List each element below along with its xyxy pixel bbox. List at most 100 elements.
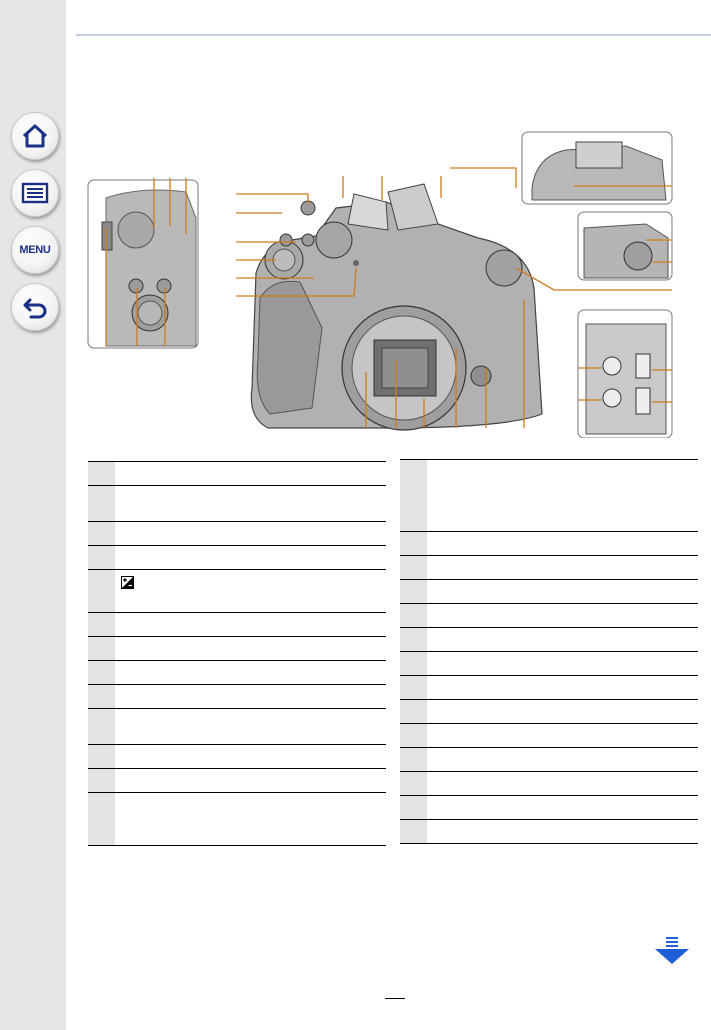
next-page-button[interactable]	[655, 937, 689, 970]
row-description-cell	[427, 747, 698, 772]
right-table-row	[400, 771, 698, 796]
row-description-cell	[115, 485, 386, 522]
row-number-cell	[88, 485, 115, 522]
row-number-cell	[400, 459, 427, 532]
camera-parts-diagram	[86, 128, 686, 439]
row-description-cell	[427, 603, 698, 628]
row-number-cell	[88, 708, 115, 745]
row-number-cell	[400, 651, 427, 676]
row-description-cell	[427, 819, 698, 844]
row-number-cell	[88, 792, 115, 846]
row-number-cell	[400, 627, 427, 652]
row-number-cell	[88, 636, 115, 661]
left-table-row	[88, 792, 386, 846]
row-description-cell	[427, 771, 698, 796]
right-table-row	[400, 627, 698, 652]
camera-body	[250, 183, 543, 431]
row-description-cell	[115, 708, 386, 745]
row-number-cell	[400, 795, 427, 820]
row-number-cell	[400, 747, 427, 772]
right-table-row	[400, 675, 698, 700]
left-table-row	[88, 768, 386, 793]
row-description-cell	[115, 684, 386, 709]
right-table-row	[400, 555, 698, 580]
right-table-row	[400, 531, 698, 556]
left-table-row	[88, 485, 386, 522]
row-number-cell	[88, 545, 115, 570]
row-number-cell	[400, 603, 427, 628]
contents-button[interactable]	[11, 169, 59, 217]
terminal-inset	[577, 309, 673, 439]
row-description-cell	[427, 579, 698, 604]
row-number-cell	[88, 461, 115, 486]
row-description-cell	[427, 699, 698, 724]
home-button[interactable]	[11, 112, 59, 160]
left-table-row	[88, 708, 386, 745]
right-table-row	[400, 723, 698, 748]
row-description-cell	[427, 723, 698, 748]
row-number-cell	[88, 660, 115, 685]
left-table-row	[88, 521, 386, 546]
menu-button[interactable]: MENU	[11, 226, 59, 274]
row-description-cell	[115, 569, 386, 613]
row-number-cell	[400, 531, 427, 556]
row-description-cell	[427, 651, 698, 676]
parts-table-right	[400, 459, 698, 844]
back-button[interactable]	[11, 283, 59, 331]
row-number-cell	[400, 555, 427, 580]
row-description-cell	[115, 461, 386, 486]
right-table-row	[400, 819, 698, 844]
list-icon	[21, 182, 49, 204]
right-table-row	[400, 747, 698, 772]
left-table-row	[88, 684, 386, 709]
menu-icon: MENU	[19, 244, 51, 256]
row-description-cell	[427, 531, 698, 556]
row-number-cell	[88, 569, 115, 613]
sidebar: MENU	[0, 0, 66, 1030]
row-number-cell	[400, 723, 427, 748]
row-description-cell	[115, 744, 386, 769]
row-number-cell	[88, 521, 115, 546]
row-number-cell	[400, 771, 427, 796]
left-table-row	[88, 569, 386, 613]
page-number	[385, 998, 405, 999]
parts-table-left	[88, 461, 386, 846]
row-description-cell	[427, 459, 698, 532]
left-table-row	[88, 461, 386, 486]
home-icon	[22, 124, 48, 148]
next-page-arrow-icon	[655, 937, 689, 964]
row-description-cell	[427, 627, 698, 652]
row-description-cell	[427, 675, 698, 700]
dial-detail-inset	[87, 179, 199, 349]
viewfinder-inset	[521, 131, 673, 205]
left-table-row	[88, 636, 386, 661]
row-number-cell	[400, 579, 427, 604]
left-table-row	[88, 545, 386, 570]
left-table-row	[88, 744, 386, 769]
row-number-cell	[88, 744, 115, 769]
left-table-row	[88, 612, 386, 637]
right-table-row	[400, 459, 698, 532]
row-number-cell	[88, 768, 115, 793]
diopter-inset	[577, 211, 673, 281]
exposure-compensation-icon	[121, 576, 134, 589]
row-description-cell	[115, 636, 386, 661]
row-number-cell	[88, 684, 115, 709]
right-table-row	[400, 651, 698, 676]
right-table-row	[400, 603, 698, 628]
row-number-cell	[88, 612, 115, 637]
row-description-cell	[115, 660, 386, 685]
row-number-cell	[400, 699, 427, 724]
row-description-cell	[427, 555, 698, 580]
row-number-cell	[400, 675, 427, 700]
row-description-cell	[115, 792, 386, 846]
right-table-row	[400, 795, 698, 820]
back-arrow-icon	[23, 298, 47, 319]
row-description-cell	[115, 521, 386, 546]
right-table-row	[400, 699, 698, 724]
row-description-cell	[427, 795, 698, 820]
row-description-cell	[115, 768, 386, 793]
right-table-row	[400, 579, 698, 604]
row-description-cell	[115, 545, 386, 570]
header-rule	[76, 34, 711, 36]
